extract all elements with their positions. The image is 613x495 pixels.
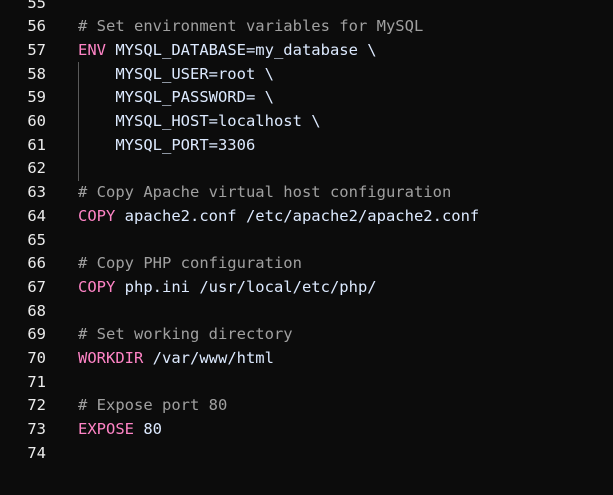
code-content: COPY apache2.conf /etc/apache2/apache2.c… <box>78 205 479 229</box>
line-number: 57 <box>27 40 46 59</box>
code-content: # Set environment variables for MySQL <box>78 15 423 39</box>
code-keyword: WORKDIR <box>78 349 144 367</box>
line-number: 67 <box>27 277 46 296</box>
code-line[interactable]: 55 <box>0 0 613 15</box>
line-number: 65 <box>27 230 46 249</box>
code-keyword: EXPOSE <box>78 420 134 439</box>
code-comment: # Set environment variables for MySQL <box>78 17 424 36</box>
code-line[interactable]: 72 # Expose port 80 <box>0 394 613 418</box>
code-line[interactable]: 61 MYSQL_PORT=3306 <box>0 134 613 158</box>
code-comment: # Copy PHP configuration <box>78 254 302 273</box>
code-line[interactable]: 59 MYSQL_PASSWORD= \ <box>0 86 613 110</box>
line-number: 66 <box>27 254 46 273</box>
code-text: MYSQL_USER=root \ <box>78 64 274 83</box>
code-keyword: COPY <box>78 206 116 225</box>
code-line[interactable]: 64 COPY apache2.conf /etc/apache2/apache2… <box>0 205 613 229</box>
code-keyword: COPY <box>78 277 116 296</box>
code-content: # Expose port 80 <box>78 394 227 418</box>
line-number: 55 <box>27 0 46 12</box>
code-content: EXPOSE 80 <box>78 418 162 442</box>
code-content: WORKDIR /var/www/html <box>78 347 274 371</box>
code-content: MYSQL_PORT=3306 <box>78 134 255 158</box>
code-content: MYSQL_PASSWORD= \ <box>78 86 274 110</box>
code-line[interactable]: 56 # Set environment variables for MySQL <box>0 15 613 39</box>
code-line[interactable]: 69 # Set working directory <box>0 323 613 347</box>
code-line[interactable]: 73 EXPOSE 80 <box>0 418 613 442</box>
code-line[interactable]: 63 # Copy Apache virtual host configurati… <box>0 181 613 205</box>
code-line[interactable]: 60 MYSQL_HOST=localhost \ <box>0 110 613 134</box>
line-number: 71 <box>27 372 46 391</box>
line-number: 63 <box>27 183 46 202</box>
code-line[interactable]: 68 <box>0 300 613 324</box>
code-line[interactable]: 74 <box>0 442 613 466</box>
line-number: 68 <box>27 301 46 320</box>
line-number: 74 <box>27 443 46 462</box>
line-number: 64 <box>27 206 46 225</box>
line-number: 69 <box>27 325 46 344</box>
code-content: MYSQL_USER=root \ <box>78 63 274 87</box>
code-line[interactable]: 57 ENV MYSQL_DATABASE=my_database \ <box>0 39 613 63</box>
code-line[interactable]: 62 <box>0 157 613 181</box>
code-comment: # Set working directory <box>78 325 293 344</box>
code-text: php.ini /usr/local/etc/php/ <box>115 277 377 296</box>
line-number: 58 <box>27 64 46 83</box>
code-content: # Set working directory <box>78 323 293 347</box>
code-text: apache2.conf /etc/apache2/apache2.conf <box>115 206 480 225</box>
code-text: MYSQL_PORT=3306 <box>78 135 256 154</box>
code-content: ENV MYSQL_DATABASE=my_database \ <box>78 39 377 63</box>
line-number: 59 <box>27 88 46 107</box>
code-line[interactable]: 66 # Copy PHP configuration <box>0 252 613 276</box>
line-number: 61 <box>27 135 46 154</box>
code-content: # Copy PHP configuration <box>78 252 302 276</box>
code-comment: # Expose port 80 <box>78 396 228 415</box>
code-line[interactable]: 70 WORKDIR /var/www/html <box>0 347 613 371</box>
line-number: 60 <box>27 112 46 130</box>
line-number: 62 <box>27 159 46 178</box>
code-content: # Copy Apache virtual host configuration <box>78 181 451 205</box>
code-content: COPY php.ini /usr/local/etc/php/ <box>78 276 377 300</box>
code-line[interactable]: 58 MYSQL_USER=root \ <box>0 63 613 87</box>
code-text: MYSQL_DATABASE=my_database \ <box>106 40 377 59</box>
code-text: MYSQL_HOST=localhost \ <box>78 112 321 130</box>
line-number: 72 <box>27 396 46 415</box>
code-editor[interactable]: 55 56 # Set environment variables for MySQ… <box>0 0 613 495</box>
code-text: 80 <box>134 420 162 439</box>
line-number: 56 <box>27 17 46 36</box>
code-comment: # Copy Apache virtual host configuration <box>78 183 452 202</box>
code-keyword: ENV <box>78 40 106 59</box>
code-line[interactable]: 67 COPY php.ini /usr/local/etc/php/ <box>0 276 613 300</box>
code-line[interactable]: 71 <box>0 371 613 395</box>
code-text: /var/www/html <box>143 349 274 367</box>
line-number: 70 <box>27 349 46 367</box>
code-content: MYSQL_HOST=localhost \ <box>78 110 321 134</box>
code-line[interactable]: 65 <box>0 229 613 253</box>
code-text: MYSQL_PASSWORD= \ <box>78 88 274 107</box>
line-number: 73 <box>27 420 46 439</box>
